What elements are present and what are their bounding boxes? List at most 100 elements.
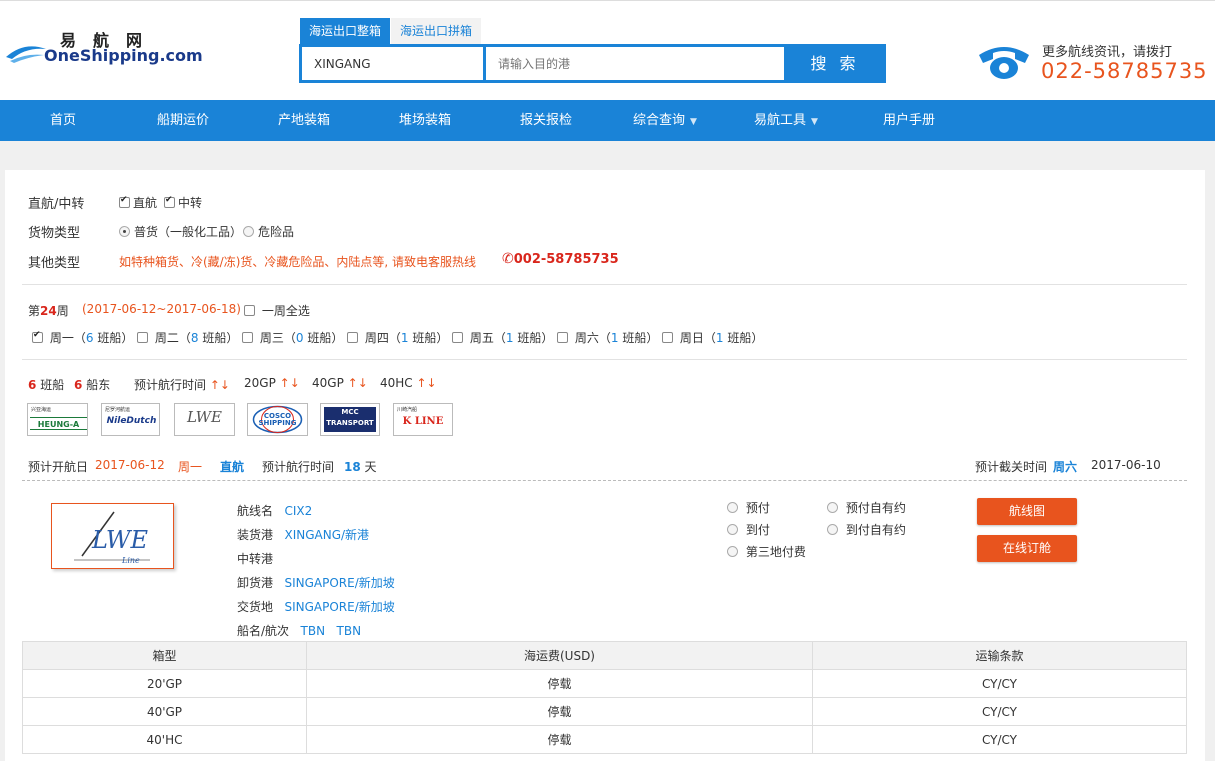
etd-weekday: 周一 (178, 460, 203, 474)
transship-checkbox[interactable]: 中转 (164, 194, 202, 211)
logo-swoosh-icon (6, 46, 46, 63)
radio-icon (727, 502, 738, 513)
cell-terms: CY/CY (812, 669, 1187, 698)
sort-20gp[interactable]: 20GP ↑↓ (244, 376, 300, 390)
route-type: 直航 (220, 460, 245, 474)
col-header-ocean-freight: 海运费(USD) (306, 641, 813, 670)
book-online-button[interactable]: 在线订舱 (977, 535, 1077, 562)
radio-icon (119, 226, 130, 237)
other-type-note: 如特种箱货、冷(藏/冻)货、冷藏危险品、内陆点等, 请致电客服热线 (119, 255, 477, 269)
checkbox-icon (662, 332, 673, 343)
sort-arrows-icon: ↑↓ (416, 376, 437, 390)
week-label: 第24周 (28, 304, 69, 318)
rates-table: 箱型 海运费(USD) 运输条款 20'GP 停载 CY/CY 40'GP 停载… (22, 641, 1187, 754)
day-checkbox-sun[interactable]: 周日（1 班船） (662, 329, 763, 346)
day-checkbox-tue[interactable]: 周二（8 班船） (137, 329, 238, 346)
cell-terms: CY/CY (812, 697, 1187, 726)
nav-item-manual[interactable]: 用户手册 (883, 100, 935, 141)
cell-container-type: 40'HC (22, 725, 307, 754)
nav-item-factory-loading[interactable]: 产地装箱 (278, 100, 330, 141)
field-delivery-place: 交货地 SINGAPORE/新加坡 (237, 600, 395, 614)
payment-prepaid-radio[interactable]: 预付 (727, 499, 770, 516)
tab-lcl-export[interactable]: 海运出口拼箱 (391, 18, 482, 44)
search-box: 搜 索 (299, 44, 886, 83)
route-map-button[interactable]: 航线图 (977, 498, 1077, 525)
site-header: 易航网 OneShipping.com 海运出口整箱 海运出口拼箱 搜 索 更多… (0, 0, 1215, 100)
table-header-row: 箱型 海运费(USD) 运输条款 (22, 641, 1187, 670)
checkbox-icon (164, 195, 175, 208)
chevron-down-icon: ▼ (690, 117, 697, 127)
transit-label: 预计航行时间 (262, 460, 335, 474)
cell-container-type: 20'GP (22, 669, 307, 698)
direct-checkbox[interactable]: 直航 (119, 194, 157, 211)
carrier-logo-kline[interactable]: 川崎汽船 K LINE (393, 403, 453, 436)
radio-icon (827, 502, 838, 513)
checkbox-icon (119, 195, 130, 208)
hotline-number: 022-58785735 (1041, 59, 1208, 83)
table-row: 20'GP 停载 CY/CY (22, 669, 1187, 698)
select-all-week-checkbox[interactable]: 一周全选 (244, 302, 310, 319)
phone-icon (979, 47, 1029, 79)
carrier-logo-heung-a[interactable]: 兴亚海运 HEUNG-A (27, 403, 88, 436)
nav-item-yard-loading[interactable]: 堆场装箱 (399, 100, 451, 141)
cell-terms: CY/CY (812, 725, 1187, 754)
sort-transit-time[interactable]: 预计航行时间 ↑↓ (134, 376, 230, 393)
search-button[interactable]: 搜 索 (787, 47, 883, 80)
radio-icon (827, 524, 838, 535)
radio-icon (727, 546, 738, 557)
cell-ocean-freight: 停载 (306, 697, 813, 726)
checkbox-icon (347, 332, 358, 343)
cell-ocean-freight: 停载 (306, 669, 813, 698)
general-cargo-radio[interactable]: 普货（一般化工品） (119, 223, 242, 240)
sort-arrows-icon: ↑↓ (209, 378, 230, 392)
carrier-logo-lwe[interactable]: LWE (174, 403, 235, 436)
sort-40gp[interactable]: 40GP ↑↓ (312, 376, 368, 390)
nav-item-query[interactable]: 综合查询 ▼ (633, 100, 697, 141)
payment-third-party-radio[interactable]: 第三地付费 (727, 543, 806, 560)
nav-item-home[interactable]: 首页 (50, 100, 76, 141)
cell-container-type: 40'GP (22, 697, 307, 726)
nav-item-customs[interactable]: 报关报检 (520, 100, 572, 141)
checkbox-icon (137, 332, 148, 343)
nav-item-tools[interactable]: 易航工具 ▼ (754, 100, 818, 141)
nav-item-schedule-rates[interactable]: 船期运价 (157, 100, 209, 141)
field-transship-port: 中转港 (237, 552, 274, 566)
field-pol: 装货港 XINGANG/新港 (237, 528, 370, 542)
origin-port-input[interactable] (302, 47, 483, 80)
day-checkbox-mon[interactable]: 周一（6 班船） (32, 329, 133, 346)
day-checkbox-wed[interactable]: 周三（0 班船） (242, 329, 343, 346)
checkbox-icon (452, 332, 463, 343)
divider (22, 284, 1187, 285)
dangerous-cargo-radio[interactable]: 危险品 (243, 223, 294, 240)
sort-40hc[interactable]: 40HC ↑↓ (380, 376, 437, 390)
cutoff-weekday: 周六 (1053, 460, 1078, 474)
transit-days: 18 天 (344, 460, 377, 474)
carrier-logo-mcc[interactable]: MCC TRANSPORT (320, 403, 380, 436)
cargo-type-label: 货物类型 (28, 226, 81, 241)
day-checkbox-fri[interactable]: 周五（1 班船） (452, 329, 553, 346)
col-header-terms: 运输条款 (812, 641, 1187, 670)
cutoff-label: 预计截关时间 (975, 460, 1048, 474)
destination-port-input[interactable] (486, 47, 784, 80)
radio-icon (727, 524, 738, 535)
payment-collect-contract-radio[interactable]: 到付自有约 (827, 521, 906, 538)
carrier-logo-cosco[interactable]: COSCO SHIPPING (247, 403, 308, 436)
route-filter-label: 直航/中转 (28, 197, 85, 212)
main-nav: 首页 船期运价 产地装箱 堆场装箱 报关报检 综合查询 ▼ 易航工具 ▼ 用户手册 (0, 100, 1215, 141)
day-checkbox-sat[interactable]: 周六（1 班船） (557, 329, 658, 346)
payment-collect-radio[interactable]: 到付 (727, 521, 770, 538)
week-range: (2017-06-12~2017-06-18) (82, 302, 241, 316)
field-vessel-voyage: 船名/航次 TBN TBN (237, 624, 362, 638)
checkbox-icon (32, 330, 43, 343)
day-checkbox-thu[interactable]: 周四（1 班船） (347, 329, 448, 346)
payment-prepaid-contract-radio[interactable]: 预付自有约 (827, 499, 906, 516)
sort-arrows-icon: ↑↓ (347, 376, 368, 390)
carrier-logo-niledutch[interactable]: 尼罗河航运 NileDutch (101, 403, 160, 436)
logo-en[interactable]: OneShipping.com (44, 46, 203, 65)
field-route-name: 航线名 CIX2 (237, 504, 313, 518)
other-type-hotline: ✆002-58785735 (502, 251, 619, 267)
etd-date: 2017-06-12 (95, 458, 165, 472)
checkbox-icon (242, 332, 253, 343)
phone-icon: ✆ (502, 251, 514, 267)
tab-fcl-export[interactable]: 海运出口整箱 (300, 18, 391, 44)
